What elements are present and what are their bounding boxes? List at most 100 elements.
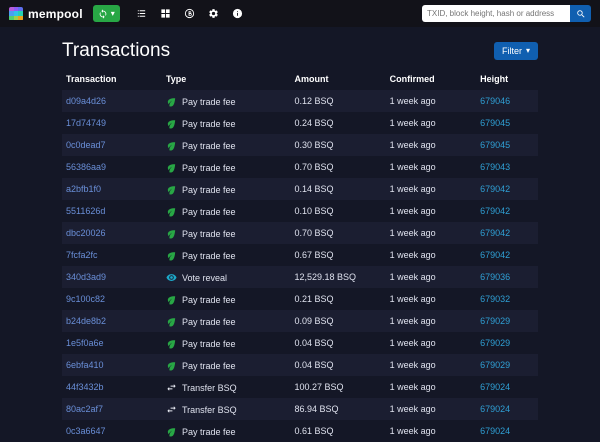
type-cell: Pay trade fee: [162, 420, 291, 442]
height-link[interactable]: 679024: [480, 382, 510, 392]
height-link[interactable]: 679029: [480, 316, 510, 326]
height-link[interactable]: 679045: [480, 118, 510, 128]
bisq-icon: [184, 8, 195, 19]
type-cell: Vote reveal: [162, 266, 291, 288]
height-link[interactable]: 679043: [480, 162, 510, 172]
chevron-down-icon: ▾: [110, 8, 115, 18]
txid-link[interactable]: 44f3432b: [66, 382, 104, 392]
type-label: Pay trade fee: [181, 140, 236, 151]
page-title: Transactions: [62, 40, 171, 61]
txid-link[interactable]: 340d3ad9: [66, 272, 106, 282]
height-link[interactable]: 679024: [480, 426, 510, 436]
confirmed-cell: 1 week ago: [389, 360, 436, 370]
list-icon: [136, 8, 147, 19]
height-link[interactable]: 679042: [480, 206, 510, 216]
height-link[interactable]: 679046: [480, 96, 510, 106]
height-link[interactable]: 679042: [480, 228, 510, 238]
nav-gears-icon[interactable]: [208, 8, 219, 19]
height-link[interactable]: 679029: [480, 360, 510, 370]
type-label: Pay trade fee: [181, 184, 236, 195]
type-cell: Pay trade fee: [162, 90, 291, 112]
nav-info-icon[interactable]: [232, 8, 243, 19]
search-input[interactable]: [422, 5, 570, 22]
sync-icon: [98, 8, 108, 19]
confirmed-cell: 1 week ago: [389, 426, 436, 436]
txid-link[interactable]: 0c0dead7: [66, 140, 106, 150]
confirmed-cell: 1 week ago: [389, 162, 436, 172]
column-header-type: Type: [165, 74, 187, 84]
search-icon: [576, 9, 586, 19]
confirmed-cell: 1 week ago: [389, 338, 436, 348]
txid-link[interactable]: 7fcfa2fc: [66, 250, 98, 260]
transaction-row: 0c3a6647 Pay trade fee 0.61 BSQ 1 week ago 6…: [62, 420, 538, 442]
mempool-logo: [9, 6, 23, 21]
eye-icon: [166, 272, 177, 283]
type-cell: Pay trade fee: [162, 112, 291, 134]
filter-button[interactable]: Filter ▾: [493, 42, 538, 60]
type-cell: Pay trade fee: [162, 156, 291, 178]
transfer-icon: [166, 382, 177, 393]
txid-link[interactable]: d09a4d26: [66, 96, 106, 106]
leaf-icon: [166, 96, 177, 107]
confirmed-cell: 1 week ago: [389, 228, 436, 238]
search-form: [422, 5, 591, 22]
transaction-row: 1e5f0a6e Pay trade fee 0.04 BSQ 1 week ago 6…: [62, 332, 538, 354]
amount-cell: 0.70 BSQ: [294, 228, 334, 238]
type-label: Pay trade fee: [181, 162, 236, 173]
height-link[interactable]: 679029: [480, 338, 510, 348]
txid-link[interactable]: 0c3a6647: [66, 426, 106, 436]
type-cell: Transfer BSQ: [162, 376, 291, 398]
brand-link[interactable]: mempool: [9, 6, 83, 21]
confirmed-cell: 1 week ago: [389, 96, 436, 106]
height-link[interactable]: 679036: [480, 272, 510, 282]
transaction-row: b24de8b2 Pay trade fee 0.09 BSQ 1 week ago 6…: [62, 310, 538, 332]
txid-link[interactable]: 56386aa9: [66, 162, 106, 172]
type-label: Pay trade fee: [181, 316, 236, 327]
search-button[interactable]: [570, 5, 591, 22]
leaf-icon: [166, 118, 177, 129]
amount-cell: 0.10 BSQ: [294, 206, 334, 216]
txid-link[interactable]: 5511626d: [66, 206, 105, 216]
nav-bisq-icon[interactable]: [184, 8, 195, 19]
height-link[interactable]: 679024: [480, 404, 510, 414]
height-link[interactable]: 679045: [480, 140, 510, 150]
height-link[interactable]: 679042: [480, 250, 510, 260]
txid-link[interactable]: b24de8b2: [66, 316, 106, 326]
type-label: Pay trade fee: [181, 118, 236, 129]
type-label: Pay trade fee: [181, 228, 236, 239]
txid-link[interactable]: 1e5f0a6e: [66, 338, 104, 348]
amount-cell: 100.27 BSQ: [294, 382, 344, 392]
txid-link[interactable]: 6ebfa410: [66, 360, 104, 370]
amount-cell: 12,529.18 BSQ: [294, 272, 357, 282]
amount-cell: 0.04 BSQ: [294, 338, 334, 348]
txid-link[interactable]: 9c100c82: [66, 294, 105, 304]
txid-link[interactable]: dbc20026: [66, 228, 106, 238]
txid-link[interactable]: a2bfb1f0: [66, 184, 101, 194]
refresh-dropdown-button[interactable]: ▾: [92, 5, 120, 22]
leaf-icon: [166, 338, 177, 349]
height-link[interactable]: 679042: [480, 184, 510, 194]
txid-link[interactable]: 17d74749: [66, 118, 106, 128]
transaction-row: dbc20026 Pay trade fee 0.70 BSQ 1 week ago 6…: [62, 222, 538, 244]
amount-cell: 0.04 BSQ: [294, 360, 334, 370]
amount-cell: 0.14 BSQ: [294, 184, 334, 194]
amount-cell: 0.61 BSQ: [294, 426, 334, 436]
txid-link[interactable]: 80ac2af7: [66, 404, 103, 414]
transaction-row: 7fcfa2fc Pay trade fee 0.67 BSQ 1 week ago 6…: [62, 244, 538, 266]
type-label: Pay trade fee: [181, 206, 236, 217]
amount-cell: 0.09 BSQ: [294, 316, 334, 326]
amount-cell: 0.24 BSQ: [294, 118, 334, 128]
table-header-row: Transaction Type Amount Confirmed Height: [62, 68, 538, 90]
height-link[interactable]: 679032: [480, 294, 510, 304]
nav-icon-bar: [136, 8, 412, 19]
blocks-icon: [160, 8, 171, 19]
type-cell: Transfer BSQ: [162, 398, 291, 420]
nav-list-icon[interactable]: [136, 8, 147, 19]
nav-blocks-icon[interactable]: [160, 8, 171, 19]
transaction-row: 80ac2af7 Transfer BSQ 86.94 BSQ 1 week ago 6…: [62, 398, 538, 420]
type-cell: Pay trade fee: [162, 200, 291, 222]
column-header-amount: Amount: [294, 74, 329, 84]
confirmed-cell: 1 week ago: [389, 140, 436, 150]
transaction-row: 340d3ad9 Vote reveal 12,529.18 BSQ 1 week a…: [62, 266, 538, 288]
info-icon: [232, 8, 243, 19]
